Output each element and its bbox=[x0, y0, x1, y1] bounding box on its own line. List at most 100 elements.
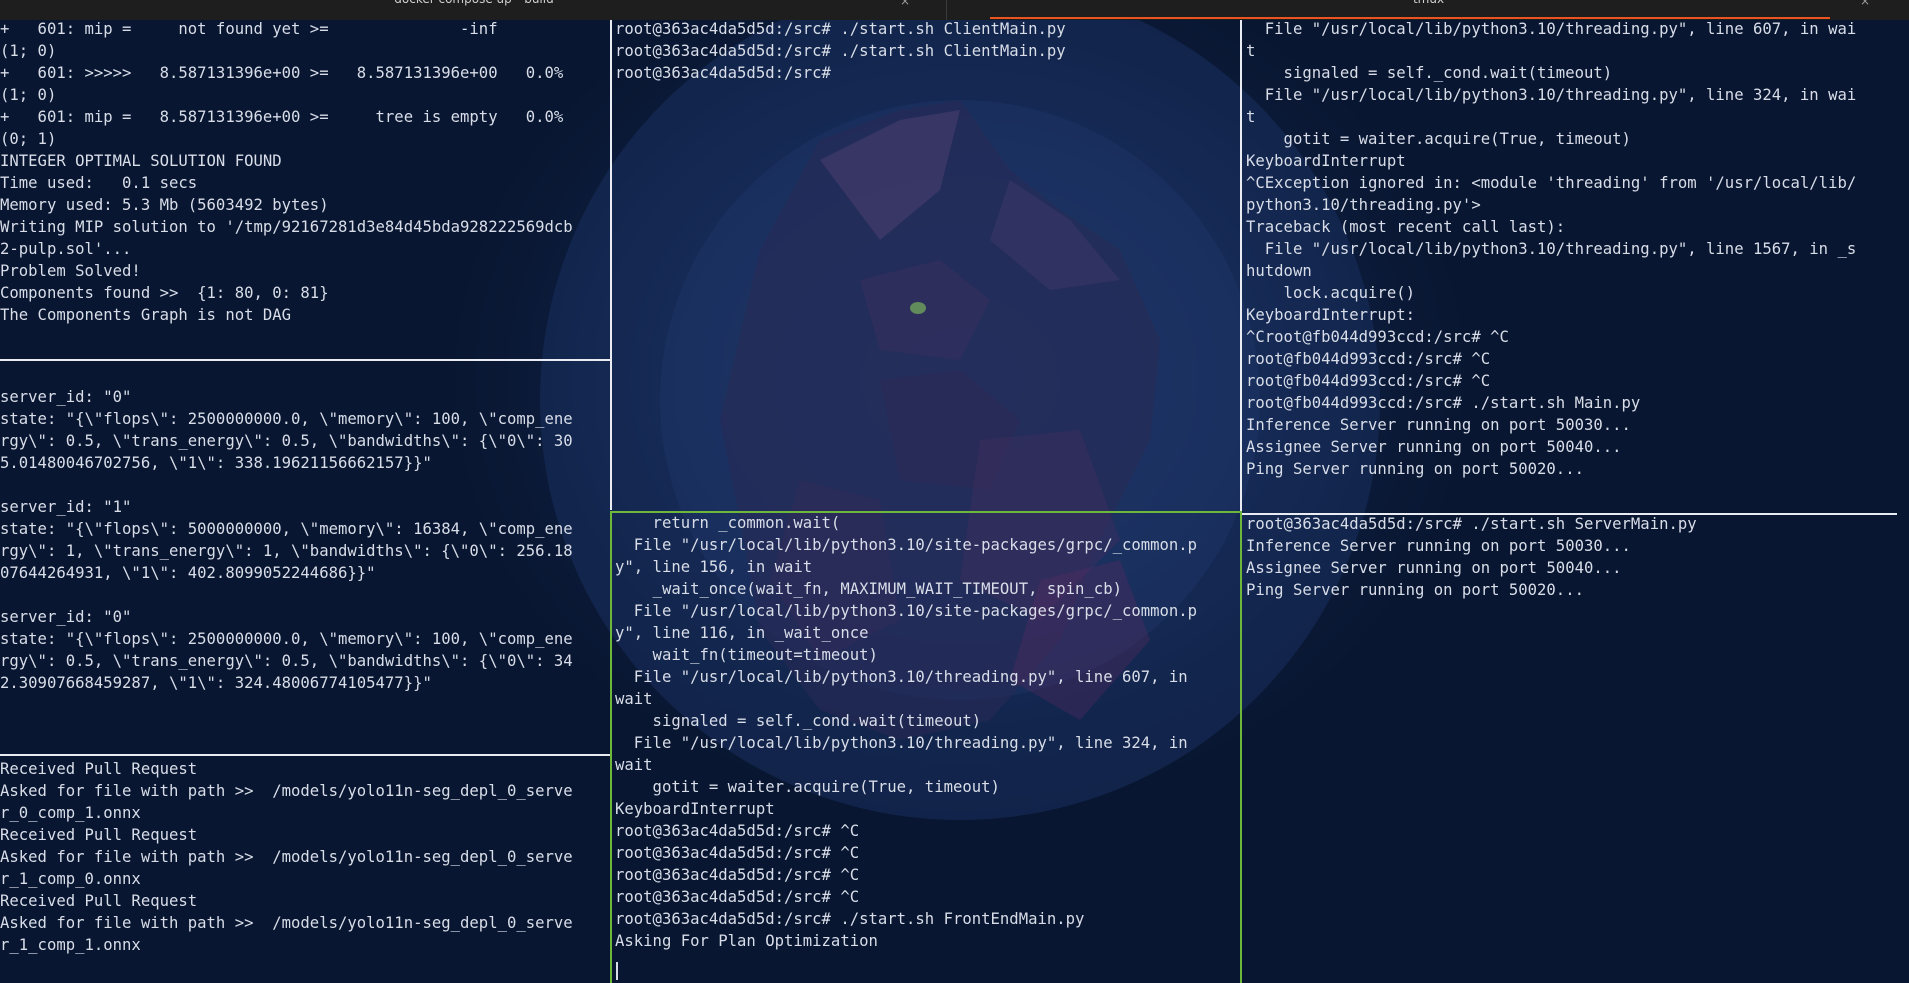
terminal-line: (0; 1) bbox=[0, 130, 57, 148]
terminal-line: Ping Server running on port 50020... bbox=[1246, 460, 1584, 478]
terminal-line: Asking For Plan Optimization bbox=[615, 932, 878, 950]
terminal-line: root@fb044d993ccd:/src# ^C bbox=[1246, 350, 1491, 368]
pane-middle-bottom[interactable]: return _common.wait( File "/usr/local/li… bbox=[615, 513, 1240, 983]
terminal-line: File "/usr/local/lib/python3.10/threadin… bbox=[1246, 20, 1857, 38]
active-pane-border bbox=[610, 511, 612, 983]
terminal-line: (1; 0) bbox=[0, 42, 57, 60]
pane-left-bottom[interactable]: Received Pull Request Asked for file with… bbox=[0, 756, 611, 983]
terminal-line: hutdown bbox=[1246, 262, 1312, 280]
pane-output: return _common.wait( File "/usr/local/li… bbox=[615, 513, 1197, 952]
pane-left-middle[interactable]: server_id: "0" state: "{\"flops\": 250000… bbox=[0, 361, 611, 775]
terminal-line: File "/usr/local/lib/python3.10/threadin… bbox=[1246, 86, 1857, 104]
tab-separator bbox=[946, 0, 947, 20]
terminal-line: root@363ac4da5d5d:/src# ^C bbox=[615, 866, 860, 884]
terminal-line: state: "{\"flops\": 2500000000.0, \"memo… bbox=[0, 410, 573, 428]
pane-output: Received Pull Request Asked for file with… bbox=[0, 758, 573, 956]
terminal-line: gotit = waiter.acquire(True, timeout) bbox=[615, 778, 1000, 796]
pane-output: File "/usr/local/lib/python3.10/threadin… bbox=[1246, 20, 1856, 480]
terminal-line: root@fb044d993ccd:/src# ./start.sh Main.… bbox=[1246, 394, 1641, 412]
close-icon[interactable]: × bbox=[900, 0, 910, 8]
terminal-line: KeyboardInterrupt bbox=[1246, 152, 1406, 170]
terminal-line: root@363ac4da5d5d:/src# bbox=[615, 64, 831, 82]
terminal-line: ^Croot@fb044d993ccd:/src# ^C bbox=[1246, 328, 1509, 346]
terminal-line: 5.01480046702756, \"1\": 338.19621156662… bbox=[0, 454, 432, 472]
terminal-line: Asked for file with path >> /models/yolo… bbox=[0, 914, 573, 932]
pane-right-top[interactable]: File "/usr/local/lib/python3.10/threadin… bbox=[1246, 20, 1909, 510]
terminal-line: root@363ac4da5d5d:/src# ^C bbox=[615, 844, 860, 862]
terminal-line: Received Pull Request bbox=[0, 826, 198, 844]
terminal-line: root@363ac4da5d5d:/src# ./start.sh Clien… bbox=[615, 20, 1066, 38]
terminal-line: Inference Server running on port 50030..… bbox=[1246, 537, 1631, 555]
terminal-line: 07644264931, \"1\": 402.8099052244686}}" bbox=[0, 564, 376, 582]
active-tab-indicator bbox=[990, 17, 1830, 19]
terminal-line: Received Pull Request bbox=[0, 892, 198, 910]
tab-bar: docker compose up --build × tmux × bbox=[0, 0, 1909, 20]
terminal-line: t bbox=[1246, 108, 1256, 126]
terminal-line: python3.10/threading.py'> bbox=[1246, 196, 1481, 214]
terminal-line: root@fb044d993ccd:/src# ^C bbox=[1246, 372, 1491, 390]
pane-left-top[interactable]: + 601: mip = not found yet >= -inf (1; 0)… bbox=[0, 20, 611, 360]
terminal-line: root@363ac4da5d5d:/src# ^C bbox=[615, 888, 860, 906]
close-icon[interactable]: × bbox=[1860, 0, 1870, 8]
terminal-line: t bbox=[1246, 42, 1256, 60]
terminal-line: Assignee Server running on port 50040... bbox=[1246, 559, 1622, 577]
pane-output: root@363ac4da5d5d:/src# ./start.sh Serve… bbox=[1246, 515, 1697, 601]
terminal-line: Inference Server running on port 50030..… bbox=[1246, 416, 1631, 434]
terminal-line: signaled = self._cond.wait(timeout) bbox=[1246, 64, 1613, 82]
terminal-line: root@363ac4da5d5d:/src# ./start.sh Clien… bbox=[615, 42, 1066, 60]
terminal-line: root@363ac4da5d5d:/src# ./start.sh Serve… bbox=[1246, 515, 1697, 533]
terminal-line: Received Pull Request bbox=[0, 760, 198, 778]
terminal-line: rgy\": 0.5, \"trans_energy\": 0.5, \"ban… bbox=[0, 432, 573, 450]
terminal-line: state: "{\"flops\": 5000000000, \"memory… bbox=[0, 520, 573, 538]
terminal-line: INTEGER OPTIMAL SOLUTION FOUND bbox=[0, 152, 282, 170]
pane-output: server_id: "0" state: "{\"flops\": 250000… bbox=[0, 364, 573, 694]
terminal-line: Components found >> {1: 80, 0: 81} bbox=[0, 284, 329, 302]
pane-middle-top[interactable]: root@363ac4da5d5d:/src# ./start.sh Clien… bbox=[615, 20, 1240, 510]
terminal-line: Writing MIP solution to '/tmp/92167281d3… bbox=[0, 218, 573, 236]
tab-docker-compose[interactable]: docker compose up --build bbox=[0, 0, 948, 18]
terminal-line: y", line 156, in wait bbox=[615, 558, 813, 576]
terminal-line: y", line 116, in _wait_once bbox=[615, 624, 869, 642]
terminal-line: The Components Graph is not DAG bbox=[0, 306, 292, 324]
terminal-line: Problem Solved! bbox=[0, 262, 141, 280]
terminal-line: File "/usr/local/lib/python3.10/site-pac… bbox=[615, 536, 1198, 554]
terminal-line: root@363ac4da5d5d:/src# ^C bbox=[615, 822, 860, 840]
terminal-line: wait bbox=[615, 756, 653, 774]
pane-output: root@363ac4da5d5d:/src# ./start.sh Clien… bbox=[615, 20, 1066, 84]
terminal-line: return _common.wait( bbox=[615, 514, 841, 532]
terminal-line: server_id: "1" bbox=[0, 498, 132, 516]
terminal-line: + 601: mip = not found yet >= -inf bbox=[0, 20, 498, 38]
terminal-line: Traceback (most recent call last): bbox=[1246, 218, 1566, 236]
pane-divider[interactable] bbox=[1240, 20, 1242, 511]
terminal-line: Memory used: 5.3 Mb (5603492 bytes) bbox=[0, 196, 329, 214]
terminal-window[interactable]: + 601: mip = not found yet >= -inf (1; 0)… bbox=[0, 20, 1909, 983]
terminal-line: server_id: "0" bbox=[0, 608, 132, 626]
terminal-line: ^CException ignored in: <module 'threadi… bbox=[1246, 174, 1857, 192]
terminal-line: root@363ac4da5d5d:/src# ./start.sh Front… bbox=[615, 910, 1085, 928]
pane-divider[interactable] bbox=[610, 20, 612, 510]
terminal-line: Time used: 0.1 secs bbox=[0, 174, 198, 192]
terminal-line: (1; 0) bbox=[0, 86, 57, 104]
terminal-line: File "/usr/local/lib/python3.10/threadin… bbox=[1246, 240, 1857, 258]
active-pane-border bbox=[1240, 511, 1242, 983]
terminal-line: wait_fn(timeout=timeout) bbox=[615, 646, 878, 664]
terminal-line: Asked for file with path >> /models/yolo… bbox=[0, 848, 573, 866]
terminal-line: lock.acquire() bbox=[1246, 284, 1415, 302]
tab-tmux[interactable]: tmux bbox=[948, 0, 1909, 18]
terminal-line: Assignee Server running on port 50040... bbox=[1246, 438, 1622, 456]
terminal-line: 2.30907668459287, \"1\": 324.48006774105… bbox=[0, 674, 432, 692]
terminal-line: KeyboardInterrupt bbox=[615, 800, 775, 818]
terminal-line: server_id: "0" bbox=[0, 388, 132, 406]
pane-right-bottom[interactable]: root@363ac4da5d5d:/src# ./start.sh Serve… bbox=[1246, 515, 1909, 983]
terminal-line: + 601: >>>>> 8.587131396e+00 >= 8.587131… bbox=[0, 64, 564, 82]
terminal-line: KeyboardInterrupt: bbox=[1246, 306, 1415, 324]
terminal-line: Asked for file with path >> /models/yolo… bbox=[0, 782, 573, 800]
terminal-line: r_0_comp_1.onnx bbox=[0, 804, 141, 822]
terminal-line: Ping Server running on port 50020... bbox=[1246, 581, 1584, 599]
terminal-line: gotit = waiter.acquire(True, timeout) bbox=[1246, 130, 1631, 148]
terminal-cursor bbox=[616, 962, 618, 980]
terminal-line: r_1_comp_1.onnx bbox=[0, 936, 141, 954]
terminal-line: state: "{\"flops\": 2500000000.0, \"memo… bbox=[0, 630, 573, 648]
